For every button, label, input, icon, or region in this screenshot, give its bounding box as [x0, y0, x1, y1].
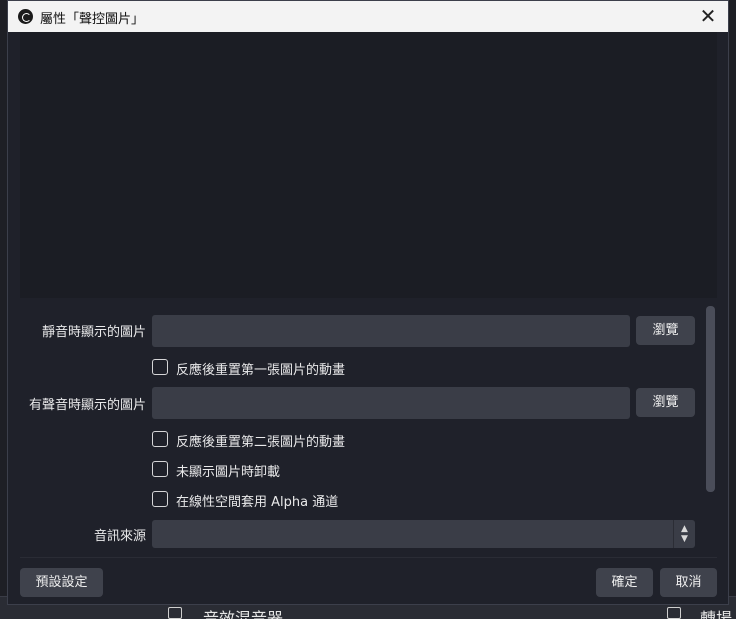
- transitions-dock-title: 轉場: [700, 609, 733, 619]
- cancel-button[interactable]: 取消: [660, 568, 717, 597]
- sound-image-browse-button[interactable]: 瀏覽: [636, 388, 695, 417]
- muted-image-browse-button[interactable]: 瀏覽: [636, 316, 695, 345]
- defaults-button[interactable]: 預設設定: [20, 568, 103, 597]
- mixer-dock-title: 音效混音器: [203, 609, 284, 619]
- reset-second-label[interactable]: 反應後重置第二張圖片的動畫: [176, 431, 345, 450]
- ok-button[interactable]: 確定: [596, 568, 653, 597]
- close-icon: ✕: [699, 4, 717, 28]
- reset-first-checkbox[interactable]: [152, 359, 168, 375]
- unload-label[interactable]: 未顯示圖片時卸載: [176, 461, 280, 480]
- unload-checkbox[interactable]: [152, 461, 168, 477]
- audio-source-label: 音訊來源: [93, 529, 146, 544]
- properties-scrollbar[interactable]: [706, 306, 715, 492]
- sound-image-label: 有聲音時顯示的圖片: [28, 398, 146, 413]
- scrollbar-thumb[interactable]: [706, 306, 715, 492]
- sound-image-path-input[interactable]: [152, 387, 630, 419]
- reset-second-checkbox[interactable]: [152, 431, 168, 447]
- source-preview: [20, 32, 717, 298]
- footer-divider: [20, 557, 717, 558]
- dock-float-icon-right[interactable]: [667, 607, 681, 619]
- title-bar: 屬性「聲控圖片」 ✕: [8, 1, 728, 32]
- linear-alpha-checkbox[interactable]: [152, 491, 168, 507]
- muted-image-label: 靜音時顯示的圖片: [41, 325, 146, 340]
- reset-first-label[interactable]: 反應後重置第一張圖片的動畫: [176, 359, 345, 378]
- window-title: 屬性「聲控圖片」: [40, 12, 145, 27]
- properties-dialog: 屬性「聲控圖片」 ✕ 靜音時顯示的圖片 瀏覽 反應後重置第一張圖片的動畫 有聲音…: [7, 0, 729, 605]
- obs-icon: [18, 9, 33, 24]
- linear-alpha-label[interactable]: 在線性空間套用 Alpha 通道: [176, 491, 338, 510]
- muted-image-path-input[interactable]: [152, 315, 630, 347]
- up-down-chevron-icon[interactable]: ▲ ▼: [673, 520, 695, 548]
- dock-float-icon[interactable]: [168, 607, 182, 619]
- close-button[interactable]: ✕: [688, 1, 728, 32]
- audio-source-select[interactable]: ▲ ▼: [152, 520, 695, 548]
